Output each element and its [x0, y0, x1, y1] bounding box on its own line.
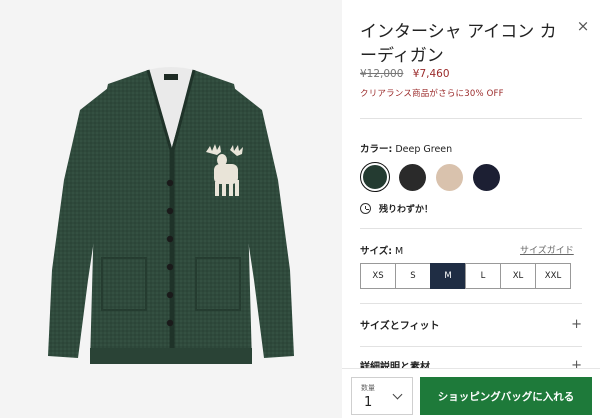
swatch-deep-green[interactable]: [360, 162, 390, 192]
chevron-down-icon: [392, 389, 403, 400]
quantity-select[interactable]: 数量 1: [351, 377, 413, 415]
quantity-value: 1: [364, 395, 373, 410]
size-selector: XS S M L XL XXL: [360, 263, 571, 289]
selected-color-name: Deep Green: [395, 144, 453, 155]
price-row: ¥12,000 ¥7,460: [360, 68, 450, 80]
divider: [360, 118, 582, 119]
swatch-oatmeal[interactable]: [434, 162, 464, 192]
size-option-m[interactable]: M: [430, 263, 466, 289]
selected-size: M: [395, 246, 404, 257]
product-title: インターシャ アイコン カーディガン: [360, 22, 557, 66]
size-label: サイズ: M: [360, 246, 404, 257]
neck-label: [164, 74, 178, 80]
swatch-black[interactable]: [397, 162, 427, 192]
divider: [360, 346, 582, 347]
swatch-dot: [398, 163, 426, 191]
size-option-xxl[interactable]: XXL: [535, 263, 571, 289]
color-swatches: [360, 162, 501, 192]
product-details-panel: インターシャ アイコン カーディガン × ¥12,000 ¥7,460 クリアラ…: [342, 0, 600, 418]
size-option-s[interactable]: S: [395, 263, 431, 289]
add-to-bag-button[interactable]: ショッピングバッグに入れる: [420, 377, 592, 415]
accordion-size-fit[interactable]: サイズとフィット +: [360, 317, 582, 332]
swatch-navy[interactable]: [471, 162, 501, 192]
cart-bar: 数量 1 ショッピングバッグに入れる: [342, 368, 600, 418]
close-icon[interactable]: ×: [575, 18, 591, 34]
product-image: [0, 0, 342, 418]
size-option-xs[interactable]: XS: [360, 263, 396, 289]
quantity-label: 数量: [361, 384, 375, 392]
size-option-l[interactable]: L: [465, 263, 501, 289]
color-label: カラー: Deep Green: [360, 144, 453, 155]
sale-price: ¥7,460: [412, 68, 450, 80]
clock-icon: [360, 203, 371, 214]
accordion-label: サイズとフィット: [360, 321, 440, 332]
cardigan-illustration: [48, 67, 294, 364]
promo-text: クリアランス商品がさらに30% OFF: [360, 89, 504, 99]
swatch-dot: [435, 163, 463, 191]
plus-icon: +: [571, 317, 582, 332]
swatch-dot: [363, 165, 387, 189]
size-guide-link[interactable]: サイズガイド: [520, 243, 574, 256]
original-price: ¥12,000: [360, 68, 404, 80]
low-stock-notice: 残りわずか！: [360, 202, 433, 215]
low-stock-text: 残りわずか！: [379, 205, 434, 215]
divider: [360, 228, 582, 229]
swatch-dot: [472, 163, 500, 191]
divider: [360, 303, 582, 304]
size-option-xl[interactable]: XL: [500, 263, 536, 289]
